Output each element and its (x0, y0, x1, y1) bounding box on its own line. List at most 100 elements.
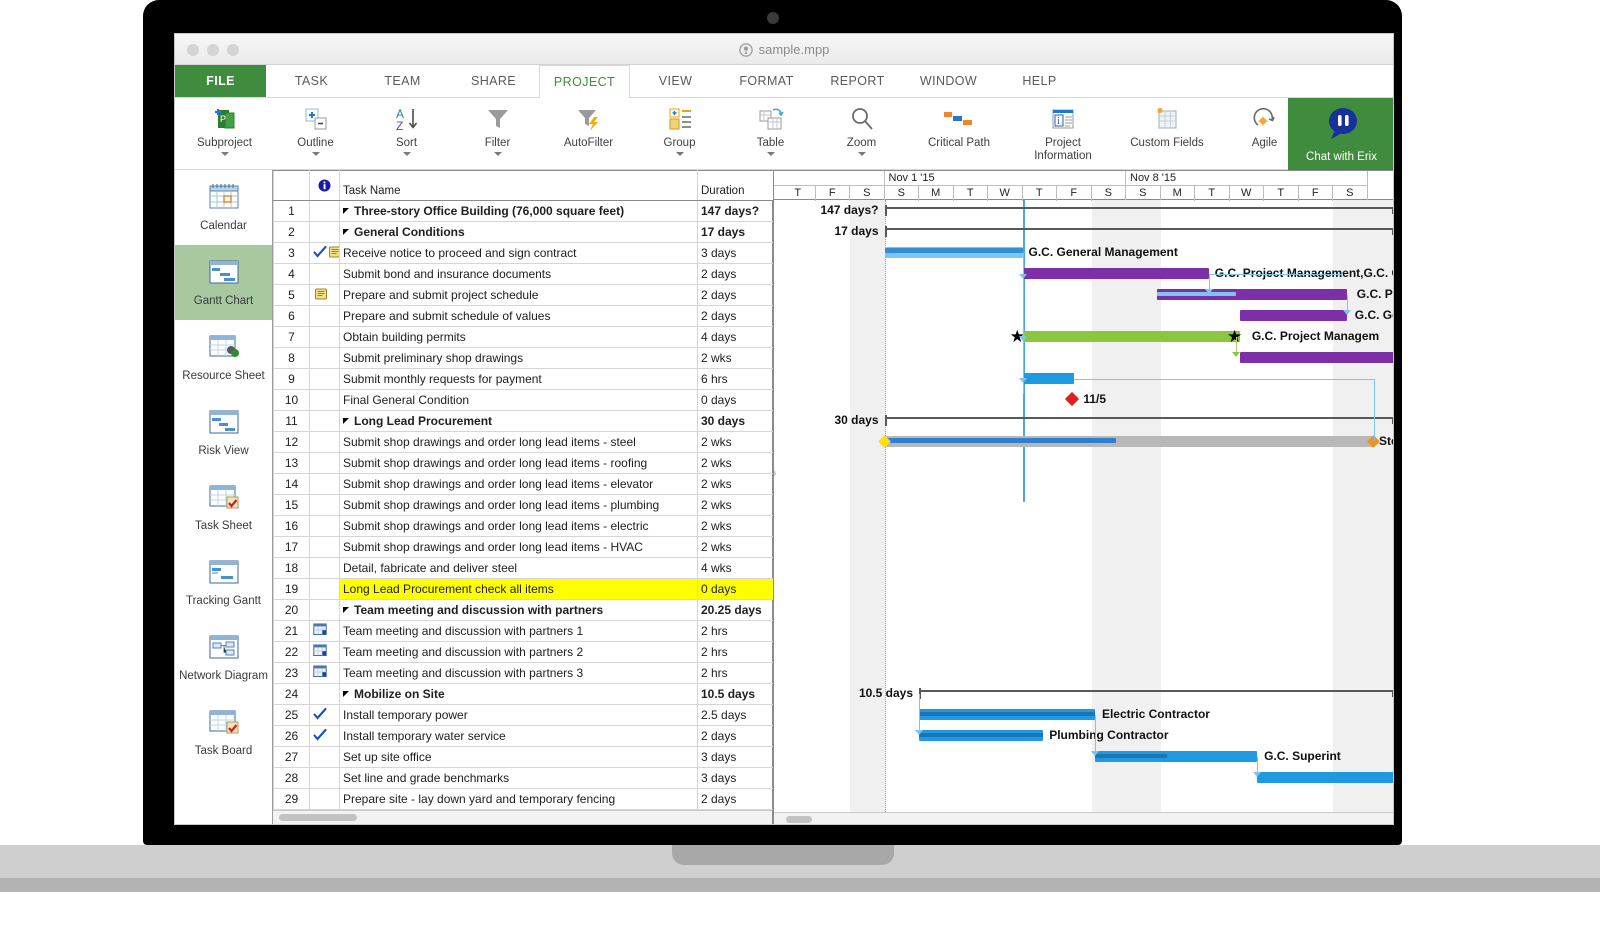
row-indicator-cell[interactable] (309, 200, 340, 222)
duration-cell[interactable]: 2 days (697, 788, 774, 810)
duration-cell[interactable]: 30 days (697, 410, 774, 432)
table-row[interactable]: 15 Submit shop drawings and order long le… (273, 494, 774, 516)
duration-cell[interactable]: 6 hrs (697, 368, 774, 390)
table-row[interactable]: 8 Submit preliminary shop drawings 2 wks (273, 347, 774, 369)
task-name-cell[interactable]: Receive notice to proceed and sign contr… (339, 242, 698, 264)
tab-help[interactable]: HELP (994, 65, 1085, 97)
table-row[interactable]: 10 Final General Condition 0 days (273, 389, 774, 411)
row-indicator-cell[interactable] (309, 221, 340, 243)
collapse-triangle-icon[interactable] (343, 229, 349, 235)
table-row[interactable]: 6 Prepare and submit schedule of values 2 … (273, 305, 774, 327)
duration-cell[interactable]: 0 days (697, 389, 774, 411)
table-row[interactable]: 14 Submit shop drawings and order long le… (273, 473, 774, 495)
table-row[interactable]: 19 Long Lead Procurement check all items 0… (273, 578, 774, 600)
task-name-cell[interactable]: Install temporary power (339, 704, 698, 726)
chevron-down-icon[interactable] (857, 151, 866, 156)
sidebar-item-network-diagram[interactable]: Network Diagram (175, 620, 272, 695)
gantt-task-bar[interactable] (1022, 268, 1209, 279)
table-row[interactable]: 27 Set up site office 3 days (273, 746, 774, 768)
task-name-cell[interactable]: Submit shop drawings and order long lead… (339, 431, 698, 453)
collapse-triangle-icon[interactable] (343, 607, 349, 613)
row-id-cell[interactable]: 27 (273, 746, 310, 768)
chevron-down-icon[interactable] (311, 151, 320, 156)
row-indicator-cell[interactable] (309, 620, 340, 642)
table-row[interactable]: 28 Set line and grade benchmarks 3 days (273, 767, 774, 789)
scrollbar-thumb[interactable] (279, 814, 357, 821)
task-name-cell[interactable]: Team meeting and discussion with partner… (339, 599, 698, 621)
task-name-cell[interactable]: Submit shop drawings and order long lead… (339, 536, 698, 558)
task-name-cell[interactable]: Install temporary water service (339, 725, 698, 747)
row-indicator-cell[interactable] (309, 410, 340, 432)
table-row[interactable]: 9 Submit monthly requests for payment 6 hr… (273, 368, 774, 390)
gantt-horizontal-scrollbar[interactable] (774, 812, 1393, 824)
row-id-cell[interactable]: 14 (273, 473, 310, 495)
row-indicator-cell[interactable] (309, 494, 340, 516)
sidebar-item-tracking-gantt[interactable]: Tracking Gantt (175, 545, 272, 620)
row-id-cell[interactable]: 26 (273, 725, 310, 747)
row-indicator-cell[interactable] (309, 326, 340, 348)
column-header-task-name[interactable]: Task Name (339, 170, 698, 201)
row-indicator-cell[interactable] (309, 242, 340, 264)
row-id-cell[interactable]: 20 (273, 599, 310, 621)
row-id-cell[interactable]: 11 (273, 410, 310, 432)
sidebar-item-task-board[interactable]: Task Board (175, 695, 272, 770)
gantt-milestone-marker[interactable] (1065, 391, 1080, 407)
row-id-cell[interactable]: 4 (273, 263, 310, 285)
table-row[interactable]: 2 General Conditions 17 days (273, 221, 774, 243)
row-indicator-cell[interactable] (309, 284, 340, 306)
duration-cell[interactable]: 17 days (697, 221, 774, 243)
column-header-id[interactable] (273, 170, 310, 201)
duration-cell[interactable]: 2 days (697, 305, 774, 327)
row-id-cell[interactable]: 3 (273, 242, 310, 264)
tab-view[interactable]: VIEW (630, 65, 721, 97)
chevron-down-icon[interactable] (220, 151, 229, 156)
task-name-cell[interactable]: Prepare and submit schedule of values (339, 305, 698, 327)
duration-cell[interactable]: 2 wks (697, 452, 774, 474)
row-id-cell[interactable]: 9 (273, 368, 310, 390)
row-indicator-cell[interactable] (309, 578, 340, 600)
row-indicator-cell[interactable] (309, 746, 340, 768)
row-indicator-cell[interactable] (309, 683, 340, 705)
task-name-cell[interactable]: Long Lead Procurement check all items (339, 578, 698, 600)
group-button[interactable]: Group (634, 98, 725, 156)
tab-report[interactable]: REPORT (812, 65, 903, 97)
duration-cell[interactable]: 4 days (697, 326, 774, 348)
gantt-task-bar[interactable] (1257, 772, 1393, 783)
task-name-cell[interactable]: General Conditions (339, 221, 698, 243)
row-indicator-cell[interactable] (309, 431, 340, 453)
task-name-cell[interactable]: Set up site office (339, 746, 698, 768)
table-row[interactable]: 22 Team meeting and discussion with partn… (273, 641, 774, 663)
task-name-cell[interactable]: Submit shop drawings and order long lead… (339, 452, 698, 474)
row-id-cell[interactable]: 17 (273, 536, 310, 558)
duration-cell[interactable]: 2 wks (697, 431, 774, 453)
table-row[interactable]: 12 Submit shop drawings and order long le… (273, 431, 774, 453)
gantt-summary-bar[interactable] (884, 207, 1393, 214)
gantt-task-bar[interactable] (1022, 373, 1075, 384)
duration-cell[interactable]: 2 hrs (697, 662, 774, 684)
column-header-indicator[interactable] (309, 170, 340, 201)
table-row[interactable]: 25 Install temporary power 2.5 days (273, 704, 774, 726)
duration-cell[interactable]: 2 wks (697, 515, 774, 537)
row-indicator-cell[interactable] (309, 452, 340, 474)
task-name-cell[interactable]: Submit preliminary shop drawings (339, 347, 698, 369)
task-name-cell[interactable]: Submit shop drawings and order long lead… (339, 515, 698, 537)
table-row[interactable]: 17 Submit shop drawings and order long le… (273, 536, 774, 558)
table-button[interactable]: Table (725, 98, 816, 156)
row-id-cell[interactable]: 28 (273, 767, 310, 789)
task-name-cell[interactable]: Team meeting and discussion with partner… (339, 620, 698, 642)
duration-cell[interactable]: 2 wks (697, 494, 774, 516)
row-indicator-cell[interactable] (309, 347, 340, 369)
duration-cell[interactable]: 4 wks (697, 557, 774, 579)
outline-button[interactable]: Outline (270, 98, 361, 156)
row-id-cell[interactable]: 29 (273, 788, 310, 810)
row-indicator-cell[interactable] (309, 368, 340, 390)
duration-cell[interactable]: 2 wks (697, 536, 774, 558)
task-name-cell[interactable]: Prepare and submit project schedule (339, 284, 698, 306)
gantt-task-bar[interactable] (1239, 352, 1393, 363)
tab-format[interactable]: FORMAT (721, 65, 812, 97)
duration-cell[interactable]: 2.5 days (697, 704, 774, 726)
duration-cell[interactable]: 3 days (697, 242, 774, 264)
gantt-task-bar[interactable] (1022, 331, 1240, 342)
chevron-down-icon[interactable] (766, 151, 775, 156)
sort-button[interactable]: A Z Sort (361, 98, 452, 156)
